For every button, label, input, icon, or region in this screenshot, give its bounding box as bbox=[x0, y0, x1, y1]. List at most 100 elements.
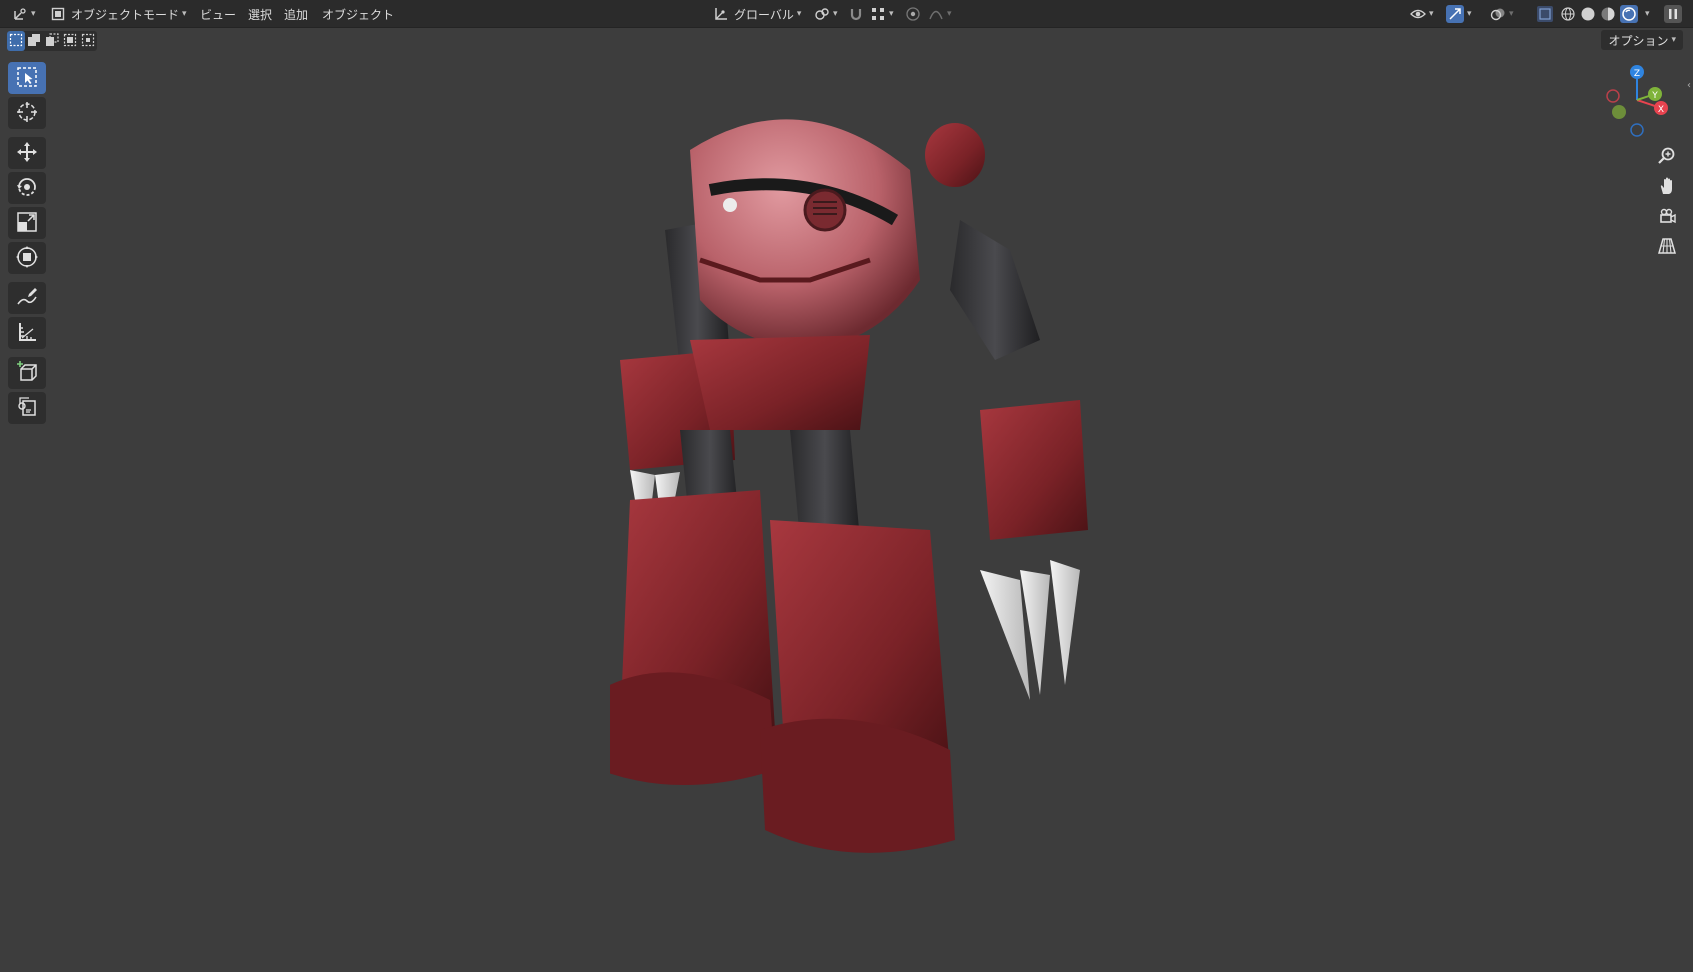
add-cube-icon bbox=[15, 360, 39, 387]
rotate-icon bbox=[15, 175, 39, 202]
chevron-down-icon: ▾ bbox=[947, 9, 952, 19]
select-subtract-button[interactable] bbox=[43, 31, 61, 51]
robot-model[interactable] bbox=[600, 110, 1130, 930]
sidebar-toggle-icon[interactable]: ‹ bbox=[1687, 80, 1691, 91]
falloff-dropdown[interactable]: ▾ bbox=[928, 0, 952, 28]
chevron-down-icon: ▾ bbox=[889, 9, 894, 19]
select-box-icon bbox=[15, 65, 39, 92]
zoom-button[interactable] bbox=[1652, 143, 1682, 171]
select-intersect-icon bbox=[81, 33, 95, 50]
select-box-tool[interactable] bbox=[8, 62, 46, 94]
xray-icon bbox=[1537, 6, 1553, 22]
chevron-down-icon: ▾ bbox=[1467, 9, 1472, 19]
menu-view-label: ビュー bbox=[200, 7, 237, 22]
visibility-dropdown[interactable]: ▾ bbox=[1410, 0, 1434, 28]
options-label: オプション bbox=[1608, 33, 1669, 48]
pivot-icon bbox=[814, 6, 830, 22]
cursor-icon bbox=[15, 100, 39, 127]
select-intersect-button[interactable] bbox=[79, 31, 97, 51]
transform-icon bbox=[15, 245, 39, 272]
mode-dropdown[interactable]: オブジェクトモード ▾ bbox=[50, 0, 187, 28]
transform-orientation-dropdown[interactable]: グローバル ▾ bbox=[713, 0, 801, 28]
menu-view[interactable]: ビュー bbox=[200, 0, 236, 28]
shading-rendered-button[interactable] bbox=[1620, 0, 1638, 28]
overlays-toggle[interactable]: ▾ bbox=[1490, 0, 1514, 28]
menu-select-label: 選択 bbox=[248, 7, 273, 22]
object-add-icon bbox=[15, 395, 39, 422]
material-shading-icon bbox=[1600, 6, 1616, 22]
chevron-down-icon: ▾ bbox=[796, 9, 802, 19]
perspective-toggle-button[interactable] bbox=[1652, 233, 1682, 261]
pause-render-button[interactable] bbox=[1664, 0, 1682, 28]
orientation-icon bbox=[713, 6, 729, 22]
pan-button[interactable] bbox=[1652, 173, 1682, 201]
grid-perspective-icon bbox=[1657, 236, 1677, 259]
gizmo-icon bbox=[1446, 5, 1464, 23]
select-invert-icon bbox=[63, 33, 77, 50]
axis-z-label: Z bbox=[1634, 69, 1640, 79]
camera-view-button[interactable] bbox=[1652, 203, 1682, 231]
transform-tool[interactable] bbox=[8, 242, 46, 274]
chevron-down-icon: ▾ bbox=[833, 9, 838, 19]
viewport-header: ▾ オブジェクトモード ▾ ビュー 選択 追加 オブジェクト グローバル ▾ ▾ bbox=[0, 0, 1693, 28]
measure-icon bbox=[15, 320, 39, 347]
snap-target-dropdown[interactable]: ▾ bbox=[870, 0, 894, 28]
overlays-icon bbox=[1490, 6, 1506, 22]
chevron-down-icon: ▾ bbox=[1509, 9, 1514, 19]
options-dropdown[interactable]: オプション ▾ bbox=[1601, 30, 1683, 50]
proportional-edit-toggle[interactable] bbox=[905, 0, 921, 28]
editor-type-button[interactable]: ▾ bbox=[12, 0, 36, 28]
gizmo-toggle[interactable]: ▾ bbox=[1446, 0, 1472, 28]
chevron-down-icon: ▾ bbox=[182, 9, 187, 19]
pause-icon bbox=[1664, 5, 1682, 23]
menu-add[interactable]: 追加 bbox=[284, 0, 308, 28]
snap-grid-icon bbox=[870, 6, 886, 22]
xray-toggle[interactable] bbox=[1537, 0, 1553, 28]
select-subtract-icon bbox=[45, 32, 59, 50]
zoom-icon bbox=[1657, 146, 1677, 169]
select-new-button[interactable] bbox=[7, 31, 25, 51]
menu-object-label: オブジェクト bbox=[322, 7, 395, 22]
solid-shading-icon bbox=[1580, 6, 1596, 22]
proportional-edit-icon bbox=[905, 6, 921, 22]
object-add-tool[interactable] bbox=[8, 392, 46, 424]
object-mode-icon bbox=[50, 6, 66, 22]
select-extend-icon bbox=[27, 33, 41, 50]
selection-mode-group bbox=[7, 31, 97, 51]
snap-toggle[interactable] bbox=[848, 0, 864, 28]
chevron-down-icon: ▾ bbox=[1645, 9, 1650, 19]
rendered-shading-icon bbox=[1620, 5, 1638, 23]
select-new-icon bbox=[9, 33, 23, 50]
shading-wireframe-button[interactable] bbox=[1560, 0, 1576, 28]
select-invert-button[interactable] bbox=[61, 31, 79, 51]
camera-icon bbox=[1657, 206, 1677, 229]
move-tool[interactable] bbox=[8, 137, 46, 169]
chevron-down-icon: ▾ bbox=[1671, 35, 1676, 45]
editor-type-icon bbox=[12, 6, 28, 22]
scale-icon bbox=[15, 210, 39, 237]
pivot-point-dropdown[interactable]: ▾ bbox=[814, 0, 838, 28]
scale-tool[interactable] bbox=[8, 207, 46, 239]
menu-select[interactable]: 選択 bbox=[248, 0, 272, 28]
wireframe-shading-icon bbox=[1560, 6, 1576, 22]
magnet-icon bbox=[848, 6, 864, 22]
cursor-tool[interactable] bbox=[8, 97, 46, 129]
annotate-icon bbox=[15, 285, 39, 312]
hand-icon bbox=[1657, 176, 1677, 199]
measure-tool[interactable] bbox=[8, 317, 46, 349]
move-icon bbox=[15, 140, 39, 167]
shading-options-dropdown[interactable]: ▾ bbox=[1642, 0, 1650, 28]
menu-add-label: 追加 bbox=[284, 7, 309, 22]
shading-solid-button[interactable] bbox=[1580, 0, 1596, 28]
select-extend-button[interactable] bbox=[25, 31, 43, 51]
navigation-gizmo[interactable]: Z X Y bbox=[1595, 60, 1675, 150]
eye-icon bbox=[1410, 6, 1426, 22]
annotate-tool[interactable] bbox=[8, 282, 46, 314]
add-cube-tool[interactable] bbox=[8, 357, 46, 389]
axis-x-label: X bbox=[1658, 105, 1664, 115]
mode-label: オブジェクトモード bbox=[71, 7, 180, 22]
shading-material-button[interactable] bbox=[1600, 0, 1616, 28]
menu-object[interactable]: オブジェクト bbox=[322, 0, 394, 28]
chevron-down-icon: ▾ bbox=[31, 9, 36, 19]
rotate-tool[interactable] bbox=[8, 172, 46, 204]
